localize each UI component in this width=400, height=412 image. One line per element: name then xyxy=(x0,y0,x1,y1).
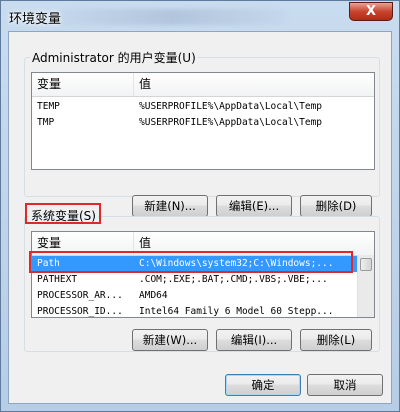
scrollbar-thumb[interactable] xyxy=(360,258,372,271)
variable-name: TEMP xyxy=(37,101,60,112)
variable-value: %USERPROFILE%\AppData\Local\Temp xyxy=(139,117,323,128)
close-icon: X xyxy=(365,4,377,19)
window-title: 环境变量 xyxy=(9,12,62,27)
table-row[interactable]: PROCESSOR_AR... AMD64 xyxy=(32,288,374,304)
annotation-box-path-row xyxy=(29,251,353,273)
variable-name: PROCESSOR_AR... xyxy=(37,290,123,301)
system-delete-button[interactable]: 删除(L) xyxy=(300,329,372,351)
variable-value: AMD64 xyxy=(139,290,168,301)
variable-value: %USERPROFILE%\AppData\Local\Temp xyxy=(139,101,323,112)
annotation-box-system-label xyxy=(25,203,101,224)
variable-name: PATHEXT xyxy=(37,274,78,285)
user-new-button[interactable]: 新建(N)... xyxy=(132,195,208,217)
user-variables-list[interactable]: 变量 值 TEMP %USERPROFILE%\AppData\Local\Te… xyxy=(31,72,375,170)
ok-button[interactable]: 确定 xyxy=(225,374,301,396)
column-header-variable[interactable]: 变量 xyxy=(32,73,134,96)
user-variables-group: Administrator 的用户变量(U) 变量 值 TEMP %USERPR… xyxy=(24,49,380,217)
table-row[interactable]: TMP %USERPROFILE%\AppData\Local\Temp xyxy=(32,115,374,131)
table-row[interactable]: TEMP %USERPROFILE%\AppData\Local\Temp xyxy=(32,99,374,115)
user-edit-button[interactable]: 编辑(E)... xyxy=(216,195,292,217)
variable-value: .COM;.EXE;.BAT;.CMD;.VBS;.VBE;... xyxy=(139,274,328,285)
user-delete-button[interactable]: 删除(D) xyxy=(300,195,372,217)
system-new-button[interactable]: 新建(W)... xyxy=(132,329,208,351)
table-row[interactable]: PATHEXT .COM;.EXE;.BAT;.CMD;.VBS;.VBE;..… xyxy=(32,272,374,288)
variable-name: PROCESSOR_ID... xyxy=(37,306,123,317)
list-header: 变量 值 xyxy=(32,73,374,97)
close-button[interactable]: X xyxy=(349,2,393,21)
system-variables-group: 系统变量(S) 变量 值 Path C:\Windows\system32;C:… xyxy=(24,207,380,352)
user-variables-label: Administrator 的用户变量(U) xyxy=(30,49,198,66)
table-row[interactable]: PROCESSOR_ID... Intel64 Family 6 Model 6… xyxy=(32,304,374,317)
environment-variables-dialog: 环境变量 X Administrator 的用户变量(U) 变量 值 TEMP … xyxy=(0,0,400,412)
column-header-value[interactable]: 值 xyxy=(134,73,374,96)
system-variables-list[interactable]: 变量 值 Path C:\Windows\system32;C:\Windows… xyxy=(31,231,375,318)
system-edit-button[interactable]: 编辑(I)... xyxy=(216,329,292,351)
variable-value: Intel64 Family 6 Model 60 Stepp... xyxy=(139,306,334,317)
vertical-scrollbar[interactable] xyxy=(357,255,374,317)
title-bar[interactable]: 环境变量 X xyxy=(1,1,399,31)
variable-name: TMP xyxy=(37,117,55,128)
blurred-title-area xyxy=(57,9,287,25)
cancel-button[interactable]: 取消 xyxy=(307,374,383,396)
